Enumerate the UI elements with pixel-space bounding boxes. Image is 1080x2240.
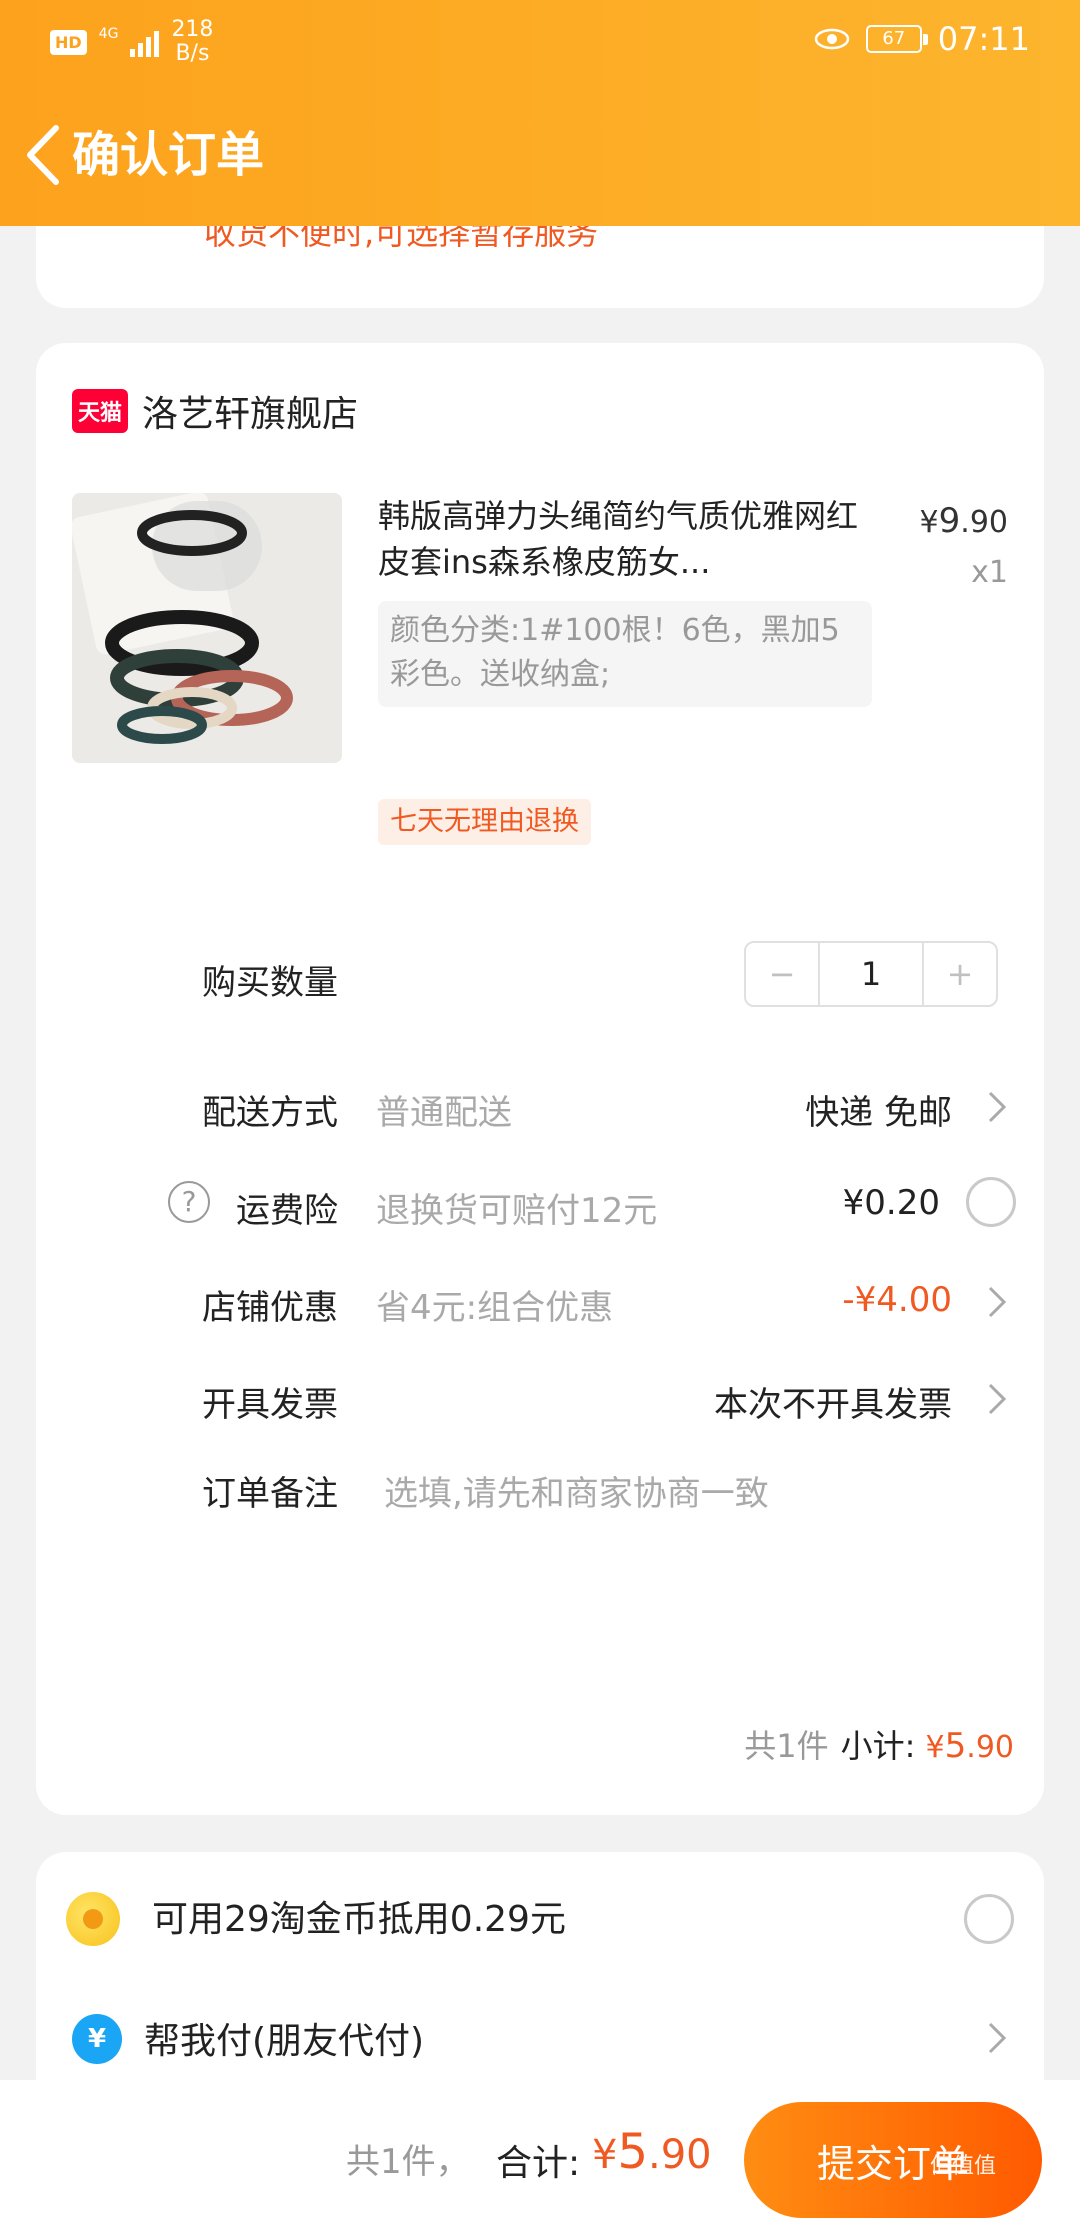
network-type: 4G	[98, 26, 119, 42]
increase-button[interactable]: +	[924, 943, 996, 1005]
invoice-value: 本次不开具发票	[714, 1385, 952, 1425]
decrease-button[interactable]: −	[746, 943, 818, 1005]
product-title[interactable]: 韩版高弹力头绳简约气质优雅网红皮套ins森系橡皮筋女...	[378, 493, 878, 585]
shop-header[interactable]: 天猫 洛艺轩旗舰店	[72, 385, 358, 437]
total-int: 5	[617, 2124, 648, 2180]
insurance-label: 运费险	[236, 1191, 338, 1231]
clock: 07:11	[937, 20, 1030, 58]
insurance-price: ¥0.20	[842, 1183, 940, 1223]
tmall-icon: 天猫	[72, 389, 128, 433]
product-image[interactable]	[72, 493, 342, 763]
invoice-row[interactable]: 开具发票 本次不开具发票	[36, 1357, 1044, 1437]
chevron-right-icon	[988, 1091, 1007, 1123]
product-photo	[72, 493, 342, 763]
total-count: 共1件，	[346, 2142, 470, 2182]
discount-label: 店铺优惠	[202, 1288, 338, 1328]
back-arrow-icon[interactable]	[18, 122, 68, 188]
product-price: ¥9.90	[920, 501, 1008, 541]
coins-label: 可用29淘金币抵用0.29元	[152, 1899, 566, 1940]
status-right: 67 07:11	[814, 20, 1030, 58]
friend-pay-icon: ¥	[72, 2014, 122, 2064]
insurance-row: ? 运费险 退换货可赔付12元 ¥0.20	[36, 1163, 1044, 1243]
subtotal: 共1件 小计: ¥5.90	[744, 1721, 1014, 1767]
total-dec: .90	[648, 2132, 712, 2178]
help-icon[interactable]: ?	[168, 1181, 210, 1223]
quantity-value[interactable]: 1	[818, 943, 924, 1005]
status-bar: HD 4G 218 B/s 67 07:11	[0, 0, 1080, 82]
order-card: 天猫 洛艺轩旗舰店 韩版高弹力头绳简约气质优雅网红皮套ins森系橡皮筋女... …	[36, 343, 1044, 1815]
discount-value: -¥4.00	[842, 1280, 952, 1320]
chevron-right-icon	[988, 1286, 1007, 1318]
total-symbol: ¥	[592, 2132, 618, 2178]
subtotal-amount: ¥5.90	[925, 1726, 1014, 1766]
product-sku[interactable]: 颜色分类:1#100根！6色，黑加5彩色。送收纳盒;	[378, 601, 872, 707]
price-dec: .90	[960, 505, 1008, 540]
extras-card: 可用29淘金币抵用0.29元 ¥ 帮我付(朋友代付)	[36, 1852, 1044, 2112]
chevron-right-icon	[988, 1383, 1007, 1415]
insurance-desc: 退换货可赔付12元	[376, 1191, 658, 1231]
title-bar: 确认订单	[0, 110, 1080, 200]
subtotal-dec: .90	[966, 1730, 1014, 1765]
speed-value: 218	[171, 17, 214, 42]
delivery-value: 快递 免邮	[805, 1093, 952, 1133]
battery-icon: 67	[865, 25, 928, 53]
price-int: 9	[938, 501, 961, 541]
checkout-bar: 共1件， 合计: ¥5.90 提交订单	[0, 2080, 1080, 2240]
subtotal-count: 共1件	[744, 1727, 829, 1765]
submit-order-button[interactable]: 提交订单	[744, 2102, 1042, 2218]
total-amount: ¥5.90	[592, 2124, 712, 2180]
return-policy-tag: 七天无理由退换	[378, 799, 591, 845]
subtotal-symbol: ¥	[925, 1730, 945, 1765]
price-symbol: ¥	[919, 505, 939, 540]
coins-radio[interactable]	[964, 1894, 1014, 1944]
chevron-right-icon[interactable]	[986, 2020, 1008, 2056]
signal-icon	[130, 27, 160, 57]
subtotal-int: 5	[944, 1726, 967, 1766]
hd-icon: HD	[50, 29, 87, 55]
quantity-label: 购买数量	[202, 963, 338, 1003]
friend-pay-label[interactable]: 帮我付(朋友代付)	[144, 2012, 424, 2064]
quantity-stepper: − 1 +	[744, 941, 998, 1007]
discount-row[interactable]: 店铺优惠 省4元:组合优惠 -¥4.00	[36, 1260, 1044, 1340]
page-title: 确认订单	[72, 127, 265, 183]
discount-desc: 省4元:组合优惠	[376, 1288, 614, 1328]
speed-unit: B/s	[175, 41, 210, 66]
eye-comfort-icon	[814, 28, 850, 50]
shop-name: 洛艺轩旗舰店	[142, 394, 359, 435]
app-header: HD 4G 218 B/s 67 07:11 确认订单	[0, 0, 1080, 226]
total-label: 合计:	[496, 2143, 581, 2184]
product-quantity: x1	[971, 555, 1008, 590]
remark-row: 订单备注 选填,请先和商家协商一致	[36, 1446, 1044, 1526]
remark-label: 订单备注	[202, 1474, 338, 1514]
subtotal-label: 小计:	[840, 1727, 916, 1765]
remark-input[interactable]: 选填,请先和商家协商一致	[384, 1466, 769, 1515]
quantity-row: 购买数量 − 1 +	[36, 935, 1044, 1015]
delivery-desc: 普通配送	[376, 1093, 512, 1133]
delivery-row[interactable]: 配送方式 普通配送 快递 免邮	[36, 1065, 1044, 1145]
network-speed: 218 B/s	[171, 18, 213, 66]
status-left: HD 4G 218 B/s	[50, 18, 213, 66]
invoice-label: 开具发票	[202, 1385, 338, 1425]
watermark: 值值值	[930, 2154, 997, 2179]
delivery-label: 配送方式	[202, 1093, 338, 1133]
taobao-coin-icon	[66, 1892, 120, 1946]
insurance-radio[interactable]	[966, 1177, 1016, 1227]
